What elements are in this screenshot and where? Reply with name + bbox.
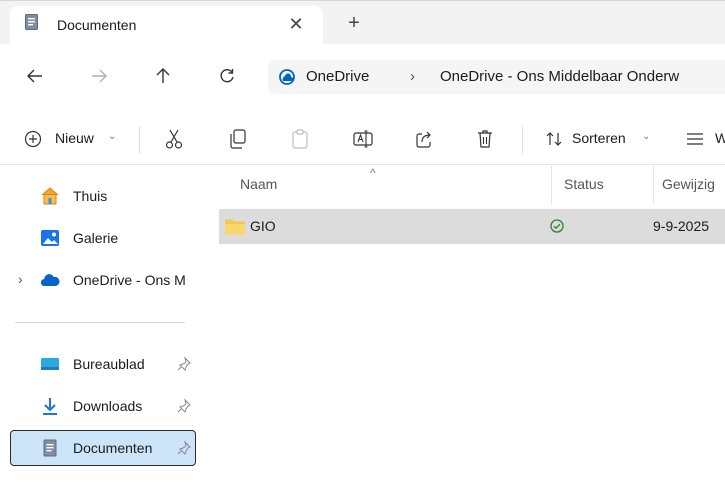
sidebar-item-bureaublad[interactable]: Bureaublad — [10, 346, 196, 382]
chevron-down-icon: ⌄ — [642, 131, 651, 142]
view-label: W — [715, 130, 725, 146]
tab-title: Documenten — [57, 17, 137, 33]
paste-icon — [292, 129, 308, 149]
back-button[interactable] — [23, 64, 47, 88]
refresh-icon — [220, 69, 234, 83]
expand-chevron-icon[interactable]: › — [18, 271, 23, 287]
sidebar-item-downloads[interactable]: Downloads — [10, 388, 196, 424]
breadcrumb-onedrive[interactable]: OneDrive — [306, 68, 369, 85]
delete-button[interactable] — [475, 126, 497, 152]
onedrive-sync-icon — [279, 69, 295, 85]
documents-icon — [43, 439, 57, 457]
column-header-name[interactable]: Naam — [240, 176, 277, 192]
home-icon — [41, 187, 59, 205]
gallery-icon — [41, 230, 59, 246]
forward-button[interactable] — [87, 64, 111, 88]
share-button[interactable] — [414, 126, 436, 152]
view-button[interactable]: W — [686, 126, 725, 152]
cut-button[interactable] — [164, 126, 186, 152]
sort-label: Sorteren — [572, 130, 626, 146]
rename-icon — [353, 130, 373, 148]
sidebar-item-thuis[interactable]: Thuis — [10, 178, 196, 214]
address-bar[interactable]: OneDrive › OneDrive - Ons Middelbaar Ond… — [268, 60, 725, 94]
download-icon — [43, 398, 57, 415]
new-tab-button[interactable]: + — [342, 12, 366, 36]
column-header-modified[interactable]: Gewijzig — [662, 176, 715, 192]
copy-button[interactable] — [228, 126, 250, 152]
arrow-right-icon — [92, 69, 107, 83]
column-separator[interactable] — [653, 166, 654, 204]
column-separator[interactable] — [551, 166, 552, 204]
rename-button[interactable] — [352, 126, 374, 152]
navigation-pane: Thuis Galerie › OneDrive - Ons M Bureaub… — [0, 166, 205, 483]
file-explorer-window: Documenten ✕ + OneDrive › OneDrive - Ons… — [0, 0, 725, 483]
breadcrumb-separator[interactable]: › — [410, 68, 415, 85]
scissors-icon — [165, 129, 183, 149]
sidebar-item-label: Galerie — [73, 230, 119, 246]
pin-icon[interactable] — [176, 398, 192, 414]
tab-bar: Documenten ✕ + — [0, 0, 725, 46]
tab-documenten[interactable]: Documenten ✕ — [10, 6, 323, 46]
share-icon — [416, 131, 431, 148]
file-row[interactable]: GIO 9-9-2025 — [219, 209, 725, 244]
view-list-icon — [687, 133, 703, 145]
desktop-folder-icon — [41, 358, 59, 370]
command-bar: Nieuw ⌄ Sorteren ⌄ W — [0, 113, 725, 165]
sidebar-item-documenten[interactable]: Documenten — [10, 430, 196, 466]
arrow-left-icon — [27, 69, 42, 83]
modified-date: 9-9-2025 — [653, 218, 710, 234]
sidebar-item-label: Thuis — [73, 188, 108, 204]
refresh-button[interactable] — [215, 64, 239, 88]
up-button[interactable] — [151, 64, 175, 88]
synced-check-icon — [550, 219, 564, 233]
trash-icon — [478, 130, 492, 148]
sort-button[interactable]: Sorteren ⌄ — [544, 126, 654, 152]
sidebar-item-label: OneDrive - Ons M — [73, 272, 186, 288]
navigation-bar: OneDrive › OneDrive - Ons Middelbaar Ond… — [0, 44, 725, 108]
paste-button[interactable] — [290, 126, 312, 152]
new-label: Nieuw — [55, 130, 94, 146]
close-tab-icon[interactable]: ✕ — [284, 12, 308, 36]
column-header-status[interactable]: Status — [564, 176, 604, 192]
toolbar-divider — [139, 126, 140, 154]
pin-icon[interactable] — [176, 440, 192, 456]
file-list: ^ Naam Status Gewijzig GIO 9-9-2025 — [205, 166, 725, 483]
toolbar-divider — [522, 126, 523, 154]
plus-circle-icon — [24, 130, 42, 148]
copy-icon — [230, 129, 246, 149]
sidebar-item-onedrive[interactable]: › OneDrive - Ons M — [10, 262, 196, 298]
sort-indicator-icon: ^ — [370, 166, 376, 180]
chevron-down-icon: ⌄ — [108, 131, 117, 142]
onedrive-cloud-icon — [40, 274, 60, 287]
documents-icon — [25, 14, 38, 30]
new-button[interactable]: Nieuw ⌄ — [24, 126, 124, 152]
file-name: GIO — [250, 218, 276, 234]
arrow-up-icon — [156, 68, 170, 83]
sidebar-divider — [15, 322, 185, 323]
pin-icon[interactable] — [176, 356, 192, 372]
sort-arrows-icon — [546, 132, 562, 146]
sidebar-item-galerie[interactable]: Galerie — [10, 220, 196, 256]
folder-icon — [225, 219, 245, 235]
breadcrumb-onedrive-school[interactable]: OneDrive - Ons Middelbaar Onderw — [440, 68, 679, 85]
